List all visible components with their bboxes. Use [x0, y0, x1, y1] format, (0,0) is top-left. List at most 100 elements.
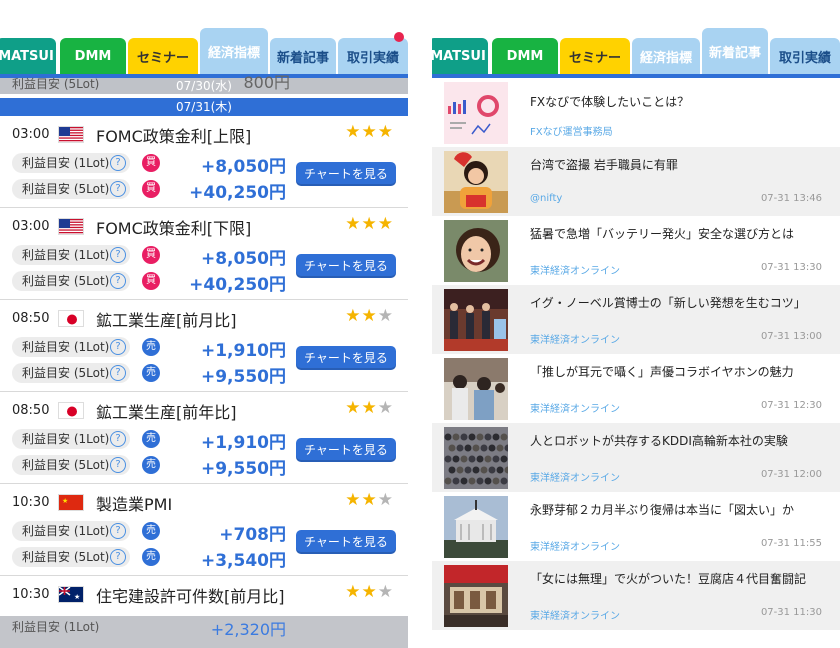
news-title: FXなびで体験したいことは？ — [530, 95, 690, 109]
tab-seminar[interactable]: セミナー — [560, 38, 630, 74]
news-title: 猛暑で急増「バッテリー発火」安全な選び方とは — [530, 227, 795, 241]
view-chart-button[interactable]: チャートを見る — [296, 530, 396, 554]
tab-label: 取引実績 — [778, 50, 831, 66]
star-off-icon: ★ — [377, 398, 394, 418]
news-item[interactable]: 人とロボットが共存するKDDI高輪新本社の実験 東洋経済オンライン 07-31 12… — [432, 423, 840, 492]
profit-amount: +708円 — [219, 525, 286, 545]
event-row[interactable]: 10:30 ★ 製造業PMI ★★★ 利益目安 (1Lot)? 売 +708円 利益目安 (5… — [0, 485, 408, 576]
help-icon[interactable]: ? — [110, 247, 126, 263]
news-item[interactable]: FXなびで体験したいことは？ FXなび運営事務局 — [432, 78, 840, 147]
lot-label: 利益目安 (1Lot) — [22, 156, 110, 170]
news-source: 東洋経済オンライン — [530, 404, 620, 415]
news-time: 07-31 13:30 — [760, 262, 822, 273]
tab-seminar[interactable]: セミナー — [128, 38, 198, 74]
previous-date-bar: 利益目安 (5Lot) 07/30(水) 800円 — [0, 75, 408, 94]
event-row[interactable]: 03:00 FOMC政策金利[下限] ★★★ 利益目安 (1Lot)? 買 +8,050円… — [0, 209, 408, 300]
tab-label: DMM — [74, 48, 112, 64]
profit-estimate-label: 利益目安 (5Lot)? — [12, 271, 130, 291]
news-source: 東洋経済オンライン — [530, 611, 620, 622]
view-chart-button[interactable]: チャートを見る — [296, 254, 396, 278]
event-row[interactable]: 08:50 鉱工業生産[前月比] ★★★ 利益目安 (1Lot)? 売 +1,910円 利益… — [0, 301, 408, 392]
event-row[interactable]: 03:00 FOMC政策金利[上限] ★★★ 利益目安 (1Lot)? 買 +8,050円… — [0, 117, 408, 208]
importance-stars: ★★★ — [345, 582, 394, 602]
help-icon[interactable]: ? — [110, 181, 126, 197]
profit-estimate-label: 利益目安 (5Lot)? — [12, 363, 130, 383]
tab-indicators[interactable]: 経済指標 — [200, 28, 268, 74]
event-time: 10:30 — [12, 495, 50, 510]
chart-thumb — [444, 82, 508, 144]
importance-stars: ★★★ — [345, 214, 394, 234]
help-icon[interactable]: ? — [110, 365, 126, 381]
economic-indicators-screen: MATSUI DMM セミナー 経済指標 新着記事 取引実績 利益目安 (5Lot) 07… — [0, 0, 408, 648]
tab-dmm[interactable]: DMM — [60, 38, 126, 74]
profit-estimate-label: 利益目安 (1Lot)? — [12, 245, 130, 265]
tab-bar: MATSUI DMM セミナー 経済指標 新着記事 取引実績 — [432, 0, 840, 74]
news-source: 東洋経済オンライン — [530, 335, 620, 346]
help-icon[interactable]: ? — [110, 339, 126, 355]
sell-badge: 売 — [142, 338, 160, 356]
news-item[interactable]: 「女には無理」で火がついた！豆腐店４代目奮闘記 東洋経済オンライン 07-31 11… — [432, 561, 840, 630]
event-time: 08:50 — [12, 311, 50, 326]
tab-label: 取引実績 — [346, 50, 399, 66]
tab-bar: MATSUI DMM セミナー 経済指標 新着記事 取引実績 — [0, 0, 408, 74]
help-icon[interactable]: ? — [110, 431, 126, 447]
flag-cn-icon: ★ — [58, 494, 84, 511]
tab-trades[interactable]: 取引実績 — [770, 38, 840, 74]
view-chart-button[interactable]: チャートを見る — [296, 162, 396, 186]
tab-trades[interactable]: 取引実績 — [338, 38, 408, 74]
tab-label: 新着記事 — [708, 45, 761, 61]
lot-label: 利益目安 (5Lot) — [22, 366, 110, 380]
event-time: 03:00 — [12, 219, 50, 234]
event-row[interactable]: 08:50 鉱工業生産[前年比] ★★★ 利益目安 (1Lot)? 売 +1,910円 利益… — [0, 393, 408, 484]
news-source: 東洋経済オンライン — [530, 542, 620, 553]
profit-amount: +8,050円 — [200, 157, 286, 177]
sell-badge: 売 — [142, 522, 160, 540]
news-item[interactable]: 猛暑で急増「バッテリー発火」安全な選び方とは 東洋経済オンライン 07-31 13:… — [432, 216, 840, 285]
news-time: 07-31 13:46 — [760, 193, 822, 204]
event-name: FOMC政策金利[下限] — [96, 219, 252, 238]
news-item[interactable]: 台湾で盗撮 岩手職員に有罪 @nifty 07-31 13:46 — [432, 147, 840, 216]
buy-badge: 買 — [142, 180, 160, 198]
news-time: 07-31 12:00 — [760, 469, 822, 480]
help-icon[interactable]: ? — [110, 549, 126, 565]
news-item[interactable]: イグ・ノーベル賞博士の「新しい発想を生むコツ」 東洋経済オンライン 07-31 13… — [432, 285, 840, 354]
event-name: 住宅建設許可件数[前月比] — [96, 587, 285, 606]
tab-indicators[interactable]: 経済指標 — [632, 38, 700, 74]
ghost-amount: +2,320円 — [210, 620, 286, 639]
house-thumb — [444, 496, 508, 558]
news-time: 07-31 11:30 — [760, 607, 822, 618]
event-time: 08:50 — [12, 403, 50, 418]
star-off-icon: ★ — [377, 490, 394, 510]
flag-us-icon — [58, 218, 84, 235]
buy-badge: 買 — [142, 154, 160, 172]
flag-jp-icon — [58, 310, 84, 327]
crowd-thumb — [444, 358, 508, 420]
help-icon[interactable]: ? — [110, 273, 126, 289]
notification-dot — [394, 32, 404, 42]
news-source: @nifty — [530, 193, 563, 204]
tab-label: MATSUI — [432, 48, 486, 64]
news-title: 「推しが耳元で囁く」声優コラボイヤホンの魅力 — [530, 365, 794, 379]
tab-dmm[interactable]: DMM — [492, 38, 558, 74]
flag-jp-icon — [58, 402, 84, 419]
tab-label: DMM — [506, 48, 544, 64]
event-name: FOMC政策金利[上限] — [96, 127, 252, 146]
tab-news[interactable]: 新着記事 — [270, 38, 336, 74]
lot-label: 利益目安 (5Lot) — [22, 458, 110, 472]
news-item[interactable]: 「推しが耳元で囁く」声優コラボイヤホンの魅力 東洋経済オンライン 07-31 12:… — [432, 354, 840, 423]
event-time: 03:00 — [12, 127, 50, 142]
current-date-bar: 07/31(木) — [0, 98, 408, 116]
event-name: 鉱工業生産[前年比] — [96, 403, 237, 422]
tab-matsui[interactable]: MATSUI — [432, 38, 488, 74]
news-screen: MATSUI DMM セミナー 経済指標 新着記事 取引実績 FXなびで体験したいことは？… — [432, 0, 840, 648]
help-icon[interactable]: ? — [110, 523, 126, 539]
tab-label: セミナー — [568, 50, 621, 66]
view-chart-button[interactable]: チャートを見る — [296, 346, 396, 370]
tab-news[interactable]: 新着記事 — [702, 28, 768, 74]
help-icon[interactable]: ? — [110, 155, 126, 171]
news-item[interactable]: 永野芽郁２カ月半ぶり復帰は本当に「図太い」か 東洋経済オンライン 07-31 11:… — [432, 492, 840, 561]
view-chart-button[interactable]: チャートを見る — [296, 438, 396, 462]
help-icon[interactable]: ? — [110, 457, 126, 473]
tab-matsui[interactable]: MATSUI — [0, 38, 56, 74]
star-off-icon: ★ — [377, 306, 394, 326]
